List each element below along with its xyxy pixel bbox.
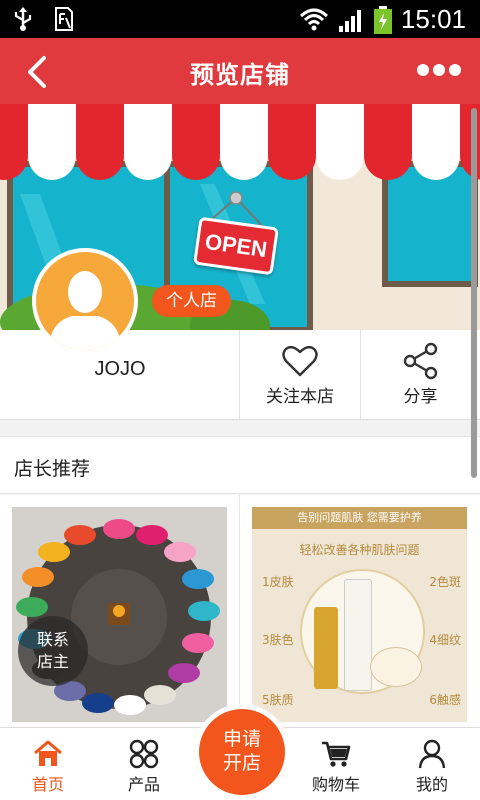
scrollbar[interactable] <box>471 108 477 478</box>
nav-mine[interactable]: 我的 <box>384 728 480 800</box>
contact-line1: 联系 <box>36 630 69 649</box>
product-label: 1皮肤 <box>262 575 294 589</box>
contact-line2: 店主 <box>36 652 69 671</box>
grid-icon <box>129 739 159 769</box>
product-label: 2色斑 <box>429 575 461 589</box>
cart-icon <box>322 741 351 767</box>
page-title: 预览店铺 <box>190 61 290 89</box>
product-banner-text: 告别问题肌肤 您需要护养 <box>252 507 467 529</box>
product-card[interactable]: 告别问题肌肤 您需要护养 轻松改善各种肌肤问题 1皮肤 2色斑 3肤色 4细纹 … <box>240 495 480 727</box>
share-label: 分享 <box>403 387 438 407</box>
nav-home[interactable]: 首页 <box>0 728 96 800</box>
product-card[interactable] <box>0 495 240 727</box>
nav-cart[interactable]: 购物车 <box>288 728 384 800</box>
section-title: 店长推荐 <box>14 458 91 480</box>
signal-icon <box>338 9 361 32</box>
contact-owner-button[interactable]: 联系 店主 <box>18 616 88 686</box>
product-image-skincare[interactable]: 告别问题肌肤 您需要护养 轻松改善各种肌肤问题 1皮肤 2色斑 3肤色 4细纹 … <box>252 507 467 722</box>
recommend-section-header: 店长推荐 <box>0 436 480 494</box>
product-label: 3肤色 <box>262 633 294 647</box>
product-label: 5肤质 <box>262 693 294 707</box>
apply-line1: 申请 <box>222 728 261 750</box>
user-icon <box>418 739 446 769</box>
product-subtitle: 轻松改善各种肌肤问题 <box>299 543 420 557</box>
heart-icon <box>282 345 318 377</box>
title-bar: 预览店铺 <box>0 38 480 104</box>
more-icon[interactable] <box>416 60 462 80</box>
nav-products-label: 产品 <box>127 775 160 794</box>
follow-shop-button[interactable]: 关注本店 <box>239 330 360 420</box>
apply-open-shop-button[interactable]: 申请 开店 <box>194 704 290 800</box>
follow-label: 关注本店 <box>266 387 334 407</box>
nav-mine-label: 我的 <box>415 775 448 794</box>
share-button[interactable]: 分享 <box>360 330 480 420</box>
usb-icon <box>14 7 32 31</box>
clock: 15:01 <box>400 4 466 34</box>
share-icon <box>403 342 437 380</box>
shop-name: JOJO <box>94 358 146 380</box>
battery-icon <box>373 5 392 34</box>
nav-products[interactable]: 产品 <box>96 728 192 800</box>
nav-cart-label: 购物车 <box>311 775 360 794</box>
status-bar: 15:01 <box>0 0 480 38</box>
open-sign-text: OPEN <box>203 228 269 263</box>
shop-type-badge: 个人店 <box>152 285 231 317</box>
avatar[interactable] <box>32 248 138 354</box>
user-silhouette-icon <box>48 271 122 350</box>
home-icon <box>34 740 62 766</box>
wifi-icon <box>299 8 328 30</box>
apply-line2: 开店 <box>222 752 261 774</box>
product-label: 6触感 <box>429 693 461 707</box>
product-grid: 告别问题肌肤 您需要护养 轻松改善各种肌肤问题 1皮肤 2色斑 3肤色 4细纹 … <box>0 495 480 727</box>
product-label: 4细纹 <box>429 633 461 647</box>
sd-card-icon <box>55 7 73 31</box>
nav-home-label: 首页 <box>31 775 64 794</box>
product-image-shoes[interactable] <box>12 507 227 722</box>
